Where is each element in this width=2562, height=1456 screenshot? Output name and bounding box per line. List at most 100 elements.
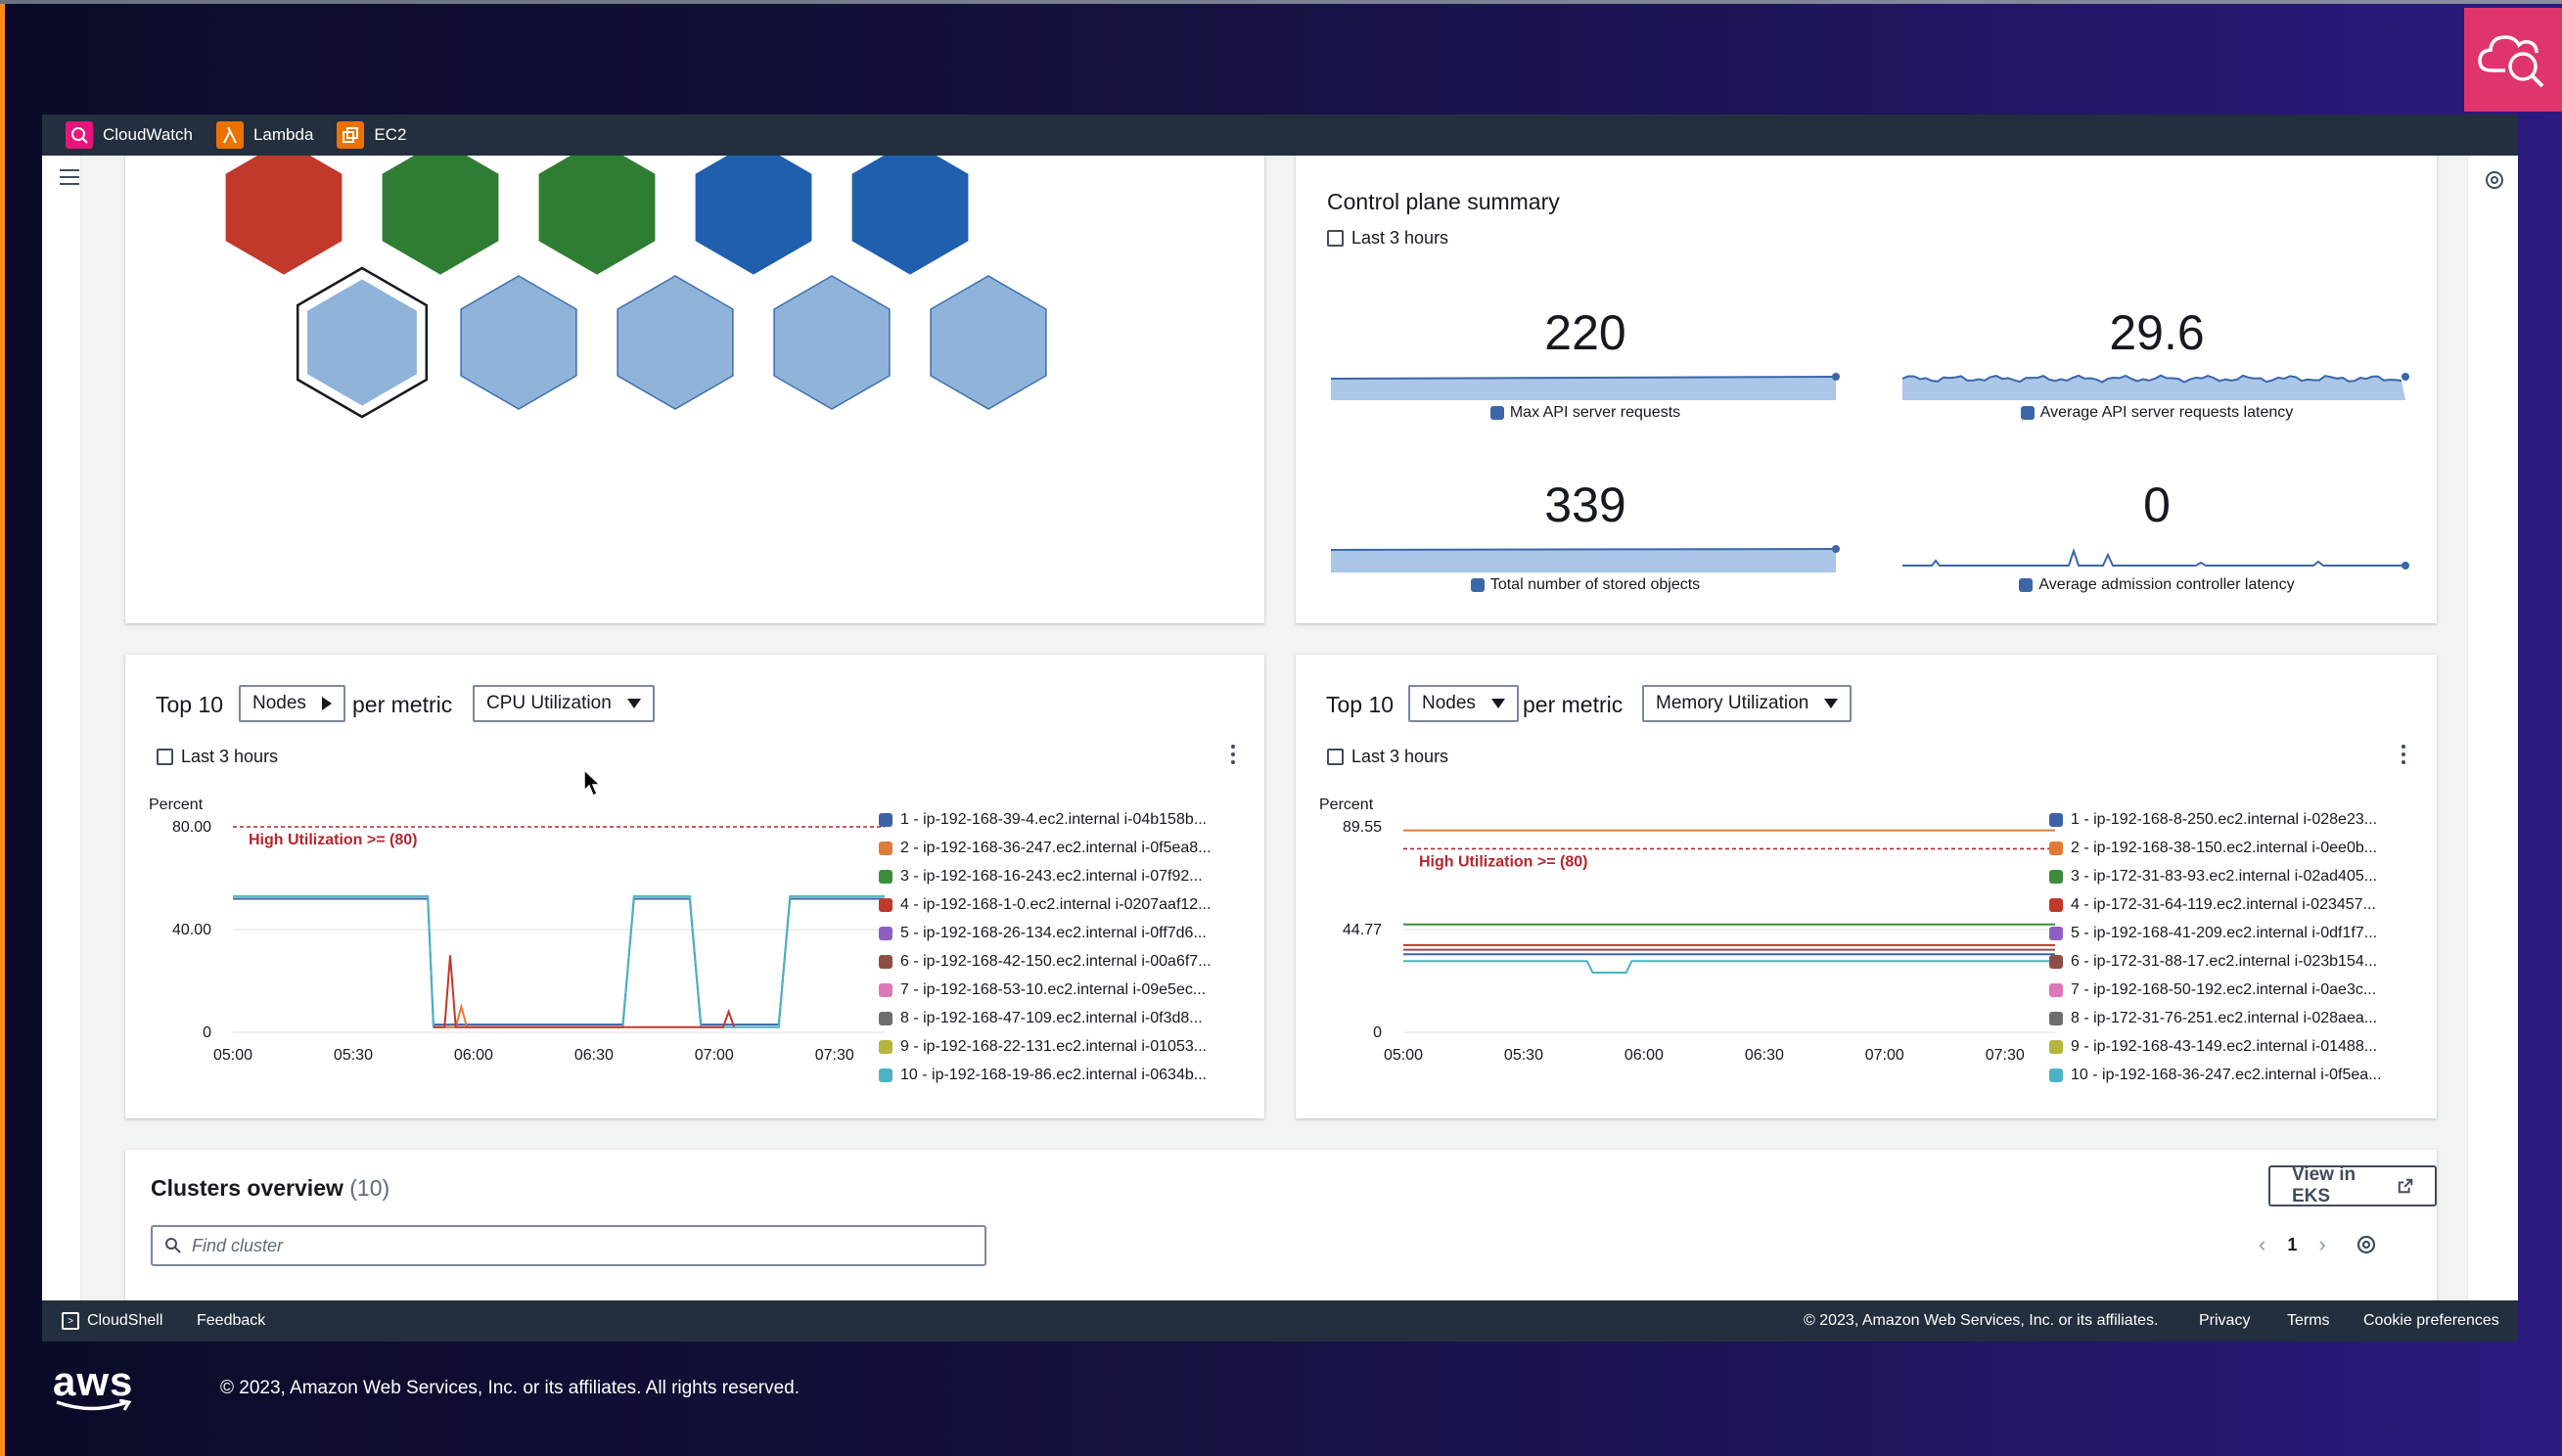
legend-item[interactable]: 6 - ip-192-168-42-150.ec2.internal i-00a… [879, 947, 1212, 976]
x-tick-label: 06:00 [454, 1047, 493, 1064]
legend-item[interactable]: 1 - ip-192-168-39-4.ec2.internal i-04b15… [879, 805, 1212, 834]
legend-item[interactable]: 7 - ip-192-168-53-10.ec2.internal i-09e5… [879, 976, 1212, 1004]
node-hexagon[interactable] [617, 275, 734, 410]
feedback-link[interactable]: Feedback [197, 1312, 265, 1330]
node-hexagon[interactable] [930, 275, 1047, 410]
legend-item[interactable]: 1 - ip-192-168-8-250.ec2.internal i-028e… [2049, 805, 2382, 834]
dropdown-value: Nodes [1422, 693, 1476, 713]
aws-logo-text: aws [53, 1358, 134, 1404]
legend-item[interactable]: 4 - ip-172-31-64-119.ec2.internal i-0234… [2049, 890, 2382, 919]
legend-item[interactable]: 10 - ip-192-168-19-86.ec2.internal i-063… [879, 1061, 1212, 1089]
x-tick-label: 05:30 [1504, 1047, 1543, 1064]
y-axis-label: Percent [1319, 796, 1374, 813]
service-label-lambda: Lambda [252, 125, 314, 144]
memory-chart-legend: 1 - ip-192-168-8-250.ec2.internal i-028e… [2049, 805, 2382, 1089]
legend-item[interactable]: 2 - ip-192-168-36-247.ec2.internal i-0f5… [879, 834, 1212, 862]
caret-down-icon [1824, 699, 1839, 708]
legend-item[interactable]: 3 - ip-192-168-16-243.ec2.internal i-07f… [879, 862, 1212, 890]
find-cluster-search[interactable]: Find cluster [151, 1225, 986, 1266]
legend-item[interactable]: 5 - ip-192-168-41-209.ec2.internal i-0df… [2049, 919, 2382, 947]
service-shortcut-ec2[interactable]: EC2 [337, 121, 406, 149]
legend-item[interactable]: 2 - ip-192-168-38-150.ec2.internal i-0ee… [2049, 834, 2382, 862]
legend-item[interactable]: 4 - ip-192-168-1-0.ec2.internal i-0207aa… [879, 890, 1212, 919]
node-hexagon[interactable] [851, 156, 969, 275]
legend-item[interactable]: 5 - ip-192-168-26-134.ec2.internal i-0ff… [879, 919, 1212, 947]
resource-type-dropdown[interactable]: Nodes [239, 685, 345, 722]
threshold-label: High Utilization >= (80) [1419, 853, 1587, 870]
legend-swatch [879, 812, 892, 827]
privacy-link[interactable]: Privacy [2199, 1312, 2250, 1330]
legend-swatch [879, 982, 892, 997]
legend-item[interactable]: 6 - ip-172-31-88-17.ec2.internal i-023b1… [2049, 947, 2382, 976]
metric-label-max-api-requests: Max API server requests [1509, 404, 1681, 421]
view-in-eks-button[interactable]: View in EKS [2268, 1164, 2437, 1206]
presentation-edge-accent [0, 0, 5, 1456]
next-page-icon[interactable]: › [2318, 1232, 2325, 1257]
aws-smile-icon [56, 1399, 132, 1411]
clusters-overview-card: Clusters overview (10) View in EKS Find … [125, 1150, 2437, 1300]
node-hexagon[interactable] [773, 275, 891, 410]
current-page[interactable]: 1 [2287, 1235, 2297, 1255]
node-hexagon[interactable] [382, 156, 499, 275]
preferences-gear-icon[interactable] [2356, 1234, 2377, 1255]
dropdown-value: Memory Utilization [1656, 693, 1809, 713]
dropdown-value: CPU Utilization [486, 693, 612, 713]
x-tick-label: 05:30 [334, 1047, 373, 1064]
legend-item[interactable]: 8 - ip-172-31-76-251.ec2.internal i-028a… [2049, 1004, 2382, 1032]
y-tick-label: 0 [1373, 1024, 1382, 1041]
legend-stored-objects: Total number of stored objects [1331, 576, 1840, 594]
metric-dropdown[interactable]: Memory Utilization [1642, 685, 1853, 722]
ec2-icon [337, 121, 365, 149]
aws-logo: aws [53, 1358, 134, 1411]
settings-gear-icon[interactable] [2484, 169, 2505, 191]
legend-item[interactable]: 7 - ip-192-168-50-192.ec2.internal i-0ae… [2049, 976, 2382, 1004]
legend-swatch [879, 869, 892, 884]
legend-label: 6 - ip-192-168-42-150.ec2.internal i-00a… [900, 952, 1212, 970]
sparkline-max-api-requests [1331, 373, 1840, 400]
legend-swatch [879, 926, 892, 940]
node-hexagon[interactable] [301, 272, 423, 413]
cloudwatch-search-logo [2464, 8, 2562, 112]
external-link-icon [2398, 1178, 2413, 1194]
legend-swatch [879, 841, 892, 855]
cloudshell-label: CloudShell [87, 1312, 163, 1329]
top10-cpu-card: Top 10 Nodes per metric CPU Utilization … [125, 655, 1264, 1118]
top10-memory-card: Top 10 Nodes per metric Memory Utilizati… [1296, 655, 2437, 1118]
node-hexagon[interactable] [225, 156, 343, 275]
cookie-preferences-link[interactable]: Cookie preferences [2363, 1312, 2499, 1330]
legend-item[interactable]: 8 - ip-192-168-47-109.ec2.internal i-0f3… [879, 1004, 1212, 1032]
prev-page-icon[interactable]: ‹ [2259, 1232, 2265, 1257]
y-tick-label: 0 [203, 1024, 211, 1041]
view-in-eks-label: View in EKS [2292, 1164, 2356, 1206]
legend-item[interactable]: 3 - ip-172-31-83-93.ec2.internal i-02ad4… [2049, 862, 2382, 890]
series-line [1403, 960, 2055, 974]
cloudshell-button[interactable]: > CloudShell [62, 1312, 162, 1330]
legend-item[interactable]: 10 - ip-192-168-36-247.ec2.internal i-0f… [2049, 1061, 2382, 1089]
service-shortcut-cloudwatch[interactable]: CloudWatch [66, 121, 193, 149]
legend-label: 9 - ip-192-168-22-131.ec2.internal i-010… [900, 1037, 1208, 1055]
pagination: ‹ 1 › [2259, 1232, 2377, 1257]
legend-swatch [2049, 1068, 2063, 1082]
hamburger-menu-icon[interactable] [60, 169, 79, 185]
node-hexagon-map-card [125, 156, 1264, 623]
node-hexagon[interactable] [538, 156, 656, 275]
terms-link[interactable]: Terms [2287, 1312, 2330, 1330]
clusters-count: (10) [349, 1175, 390, 1201]
service-shortcut-lambda[interactable]: Lambda [215, 121, 314, 149]
presentation-top-line [0, 0, 2562, 4]
cloud-search-icon [2478, 35, 2544, 88]
more-vertical-icon[interactable] [1231, 745, 1235, 764]
node-hexagon[interactable] [695, 156, 812, 275]
control-plane-timeframe: Last 3 hours [1351, 228, 1449, 248]
legend-label: 7 - ip-192-168-53-10.ec2.internal i-09e5… [900, 980, 1207, 998]
node-hexagon[interactable] [460, 275, 577, 410]
resource-type-dropdown[interactable]: Nodes [1408, 685, 1519, 722]
legend-item[interactable]: 9 - ip-192-168-22-131.ec2.internal i-010… [879, 1032, 1212, 1061]
legend-swatch [2019, 578, 2034, 592]
legend-item[interactable]: 9 - ip-192-168-43-149.ec2.internal i-014… [2049, 1032, 2382, 1061]
control-plane-summary-card: Control plane summary Last 3 hours 220 M… [1296, 156, 2437, 623]
legend-swatch [2020, 406, 2035, 420]
legend-label: 5 - ip-192-168-26-134.ec2.internal i-0ff… [900, 924, 1207, 941]
more-vertical-icon[interactable] [2402, 745, 2405, 764]
metric-dropdown[interactable]: CPU Utilization [473, 685, 655, 722]
